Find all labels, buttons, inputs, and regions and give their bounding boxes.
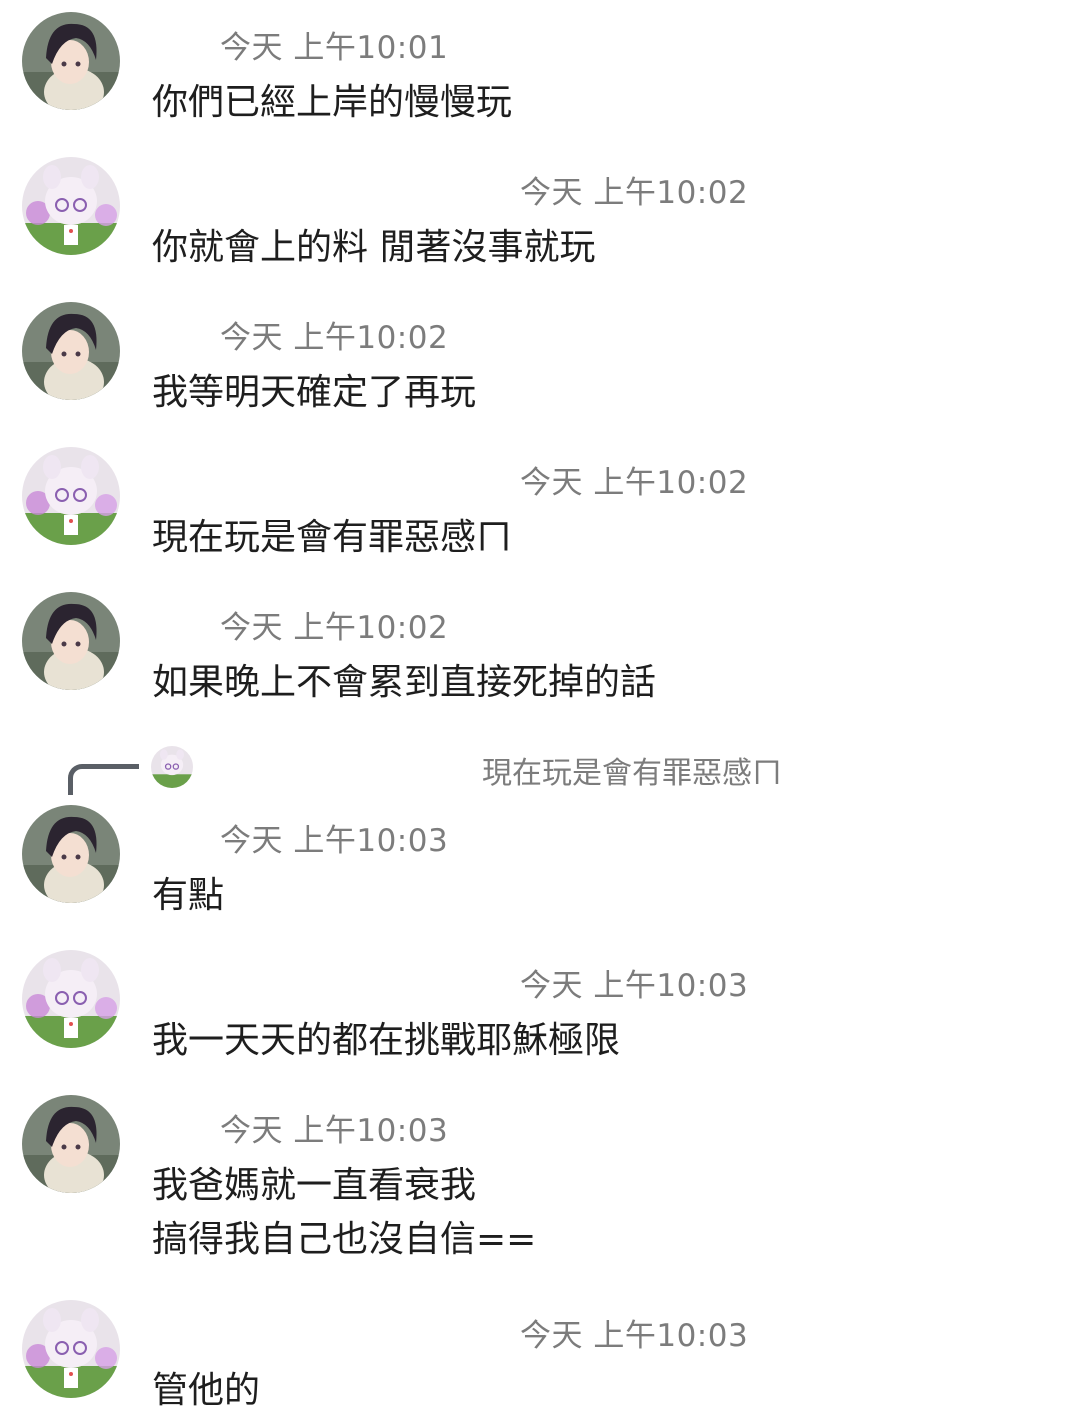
message-text[interactable]: 有點 [152, 869, 224, 923]
girl-avatar-icon[interactable] [22, 447, 120, 545]
message-timestamp: 今天 上午10:03 [520, 968, 749, 1004]
message-timestamp: 今天 上午10:02 [220, 320, 449, 356]
boy-avatar-icon[interactable] [22, 592, 120, 690]
boy-avatar-icon[interactable] [22, 302, 120, 400]
message-text[interactable]: 我爸媽就一直看衰我 搞得我自己也沒自信== [152, 1159, 536, 1267]
message-timestamp: 今天 上午10:01 [220, 30, 449, 66]
message-timestamp: 今天 上午10:02 [520, 465, 749, 501]
girl-avatar-icon[interactable] [22, 950, 120, 1048]
reply-quote-text: 現在玩是會有罪惡感ㄇ [482, 756, 782, 791]
chat-log: 今天 上午10:01 你們已經上岸的慢慢玩 今天 上午10:02 你就會上的料 … [0, 0, 1078, 1424]
message-text[interactable]: 我一天天的都在挑戰耶穌極限 [152, 1014, 620, 1068]
boy-avatar-icon[interactable] [22, 1095, 120, 1193]
message-text[interactable]: 現在玩是會有罪惡感ㄇ [152, 511, 512, 565]
message-text[interactable]: 我等明天確定了再玩 [152, 366, 476, 420]
message-timestamp: 今天 上午10:03 [220, 1113, 449, 1149]
reply-connector-line [68, 764, 139, 795]
message-timestamp: 今天 上午10:03 [220, 823, 449, 859]
message-text[interactable]: 你就會上的料 閒著沒事就玩 [152, 221, 595, 275]
message-timestamp: 今天 上午10:02 [520, 175, 749, 211]
girl-avatar-icon [151, 746, 193, 788]
boy-avatar-icon[interactable] [22, 805, 120, 903]
message-text[interactable]: 管他的 [152, 1364, 260, 1418]
message-text[interactable]: 你們已經上岸的慢慢玩 [152, 76, 512, 130]
reply-quote[interactable]: 現在玩是會有罪惡感ㄇ [0, 742, 1078, 802]
girl-avatar-icon[interactable] [22, 157, 120, 255]
message-timestamp: 今天 上午10:02 [220, 610, 449, 646]
message-timestamp: 今天 上午10:03 [520, 1318, 749, 1354]
boy-avatar-icon[interactable] [22, 12, 120, 110]
message-text[interactable]: 如果晚上不會累到直接死掉的話 [152, 656, 656, 710]
girl-avatar-icon[interactable] [22, 1300, 120, 1398]
